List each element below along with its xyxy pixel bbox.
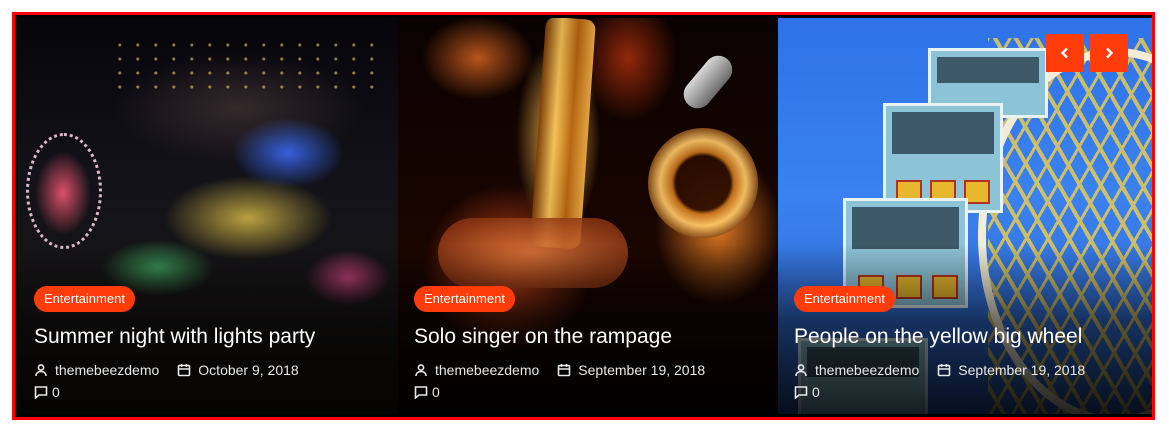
author-link[interactable]: themebeezdemo bbox=[414, 361, 539, 379]
ferris-wheel-lights bbox=[26, 133, 102, 249]
post-meta: themebeezdemo September 19, 2018 bbox=[794, 361, 1148, 379]
slide-1[interactable]: Entertainment Summer night with lights p… bbox=[18, 18, 398, 414]
post-date: October 9, 2018 bbox=[198, 362, 299, 378]
post-meta: themebeezdemo October 9, 2018 bbox=[34, 361, 388, 379]
post-title[interactable]: People on the yellow big wheel bbox=[794, 324, 1148, 350]
city-lights bbox=[118, 38, 378, 98]
comment-count: 0 bbox=[432, 384, 440, 400]
user-icon bbox=[415, 364, 427, 377]
chevron-right-icon bbox=[1106, 47, 1114, 59]
gondola-middle bbox=[883, 103, 1003, 213]
featured-slider: Entertainment Summer night with lights p… bbox=[12, 12, 1155, 420]
comment-count: 0 bbox=[52, 384, 60, 400]
author-link[interactable]: themebeezdemo bbox=[794, 361, 919, 379]
comment-icon bbox=[414, 386, 428, 399]
author-name: themebeezdemo bbox=[815, 362, 920, 378]
comment-icon bbox=[34, 386, 48, 399]
post-date: September 19, 2018 bbox=[958, 362, 1086, 378]
slide-2[interactable]: Entertainment Solo singer on the rampage… bbox=[398, 18, 778, 414]
slider-next-button[interactable] bbox=[1090, 34, 1128, 72]
slide-caption: Entertainment Summer night with lights p… bbox=[34, 286, 388, 400]
post-meta: themebeezdemo September 19, 2018 bbox=[414, 361, 768, 379]
saxophone-body bbox=[530, 18, 596, 250]
date-link[interactable]: October 9, 2018 bbox=[177, 361, 299, 379]
slider-track: Entertainment Summer night with lights p… bbox=[18, 18, 1152, 414]
saxophone-bell bbox=[648, 128, 758, 238]
slide-caption: Entertainment People on the yellow big w… bbox=[794, 286, 1148, 400]
user-icon bbox=[795, 364, 807, 377]
comments-link[interactable]: 0 bbox=[414, 384, 768, 400]
category-badge[interactable]: Entertainment bbox=[794, 286, 895, 312]
calendar-icon bbox=[937, 364, 951, 377]
calendar-icon bbox=[177, 364, 191, 377]
microphone bbox=[677, 50, 739, 114]
user-icon bbox=[35, 364, 47, 377]
post-title[interactable]: Summer night with lights party bbox=[34, 324, 388, 350]
author-link[interactable]: themebeezdemo bbox=[34, 361, 159, 379]
category-badge[interactable]: Entertainment bbox=[34, 286, 135, 312]
calendar-icon bbox=[557, 364, 571, 377]
chevron-left-icon bbox=[1060, 47, 1068, 59]
comments-link[interactable]: 0 bbox=[794, 384, 1148, 400]
slider-prev-button[interactable] bbox=[1046, 34, 1084, 72]
comments-link[interactable]: 0 bbox=[34, 384, 388, 400]
post-title[interactable]: Solo singer on the rampage bbox=[414, 324, 768, 350]
slide-3[interactable]: Entertainment People on the yellow big w… bbox=[778, 18, 1152, 414]
comment-icon bbox=[794, 386, 808, 399]
slide-caption: Entertainment Solo singer on the rampage… bbox=[414, 286, 768, 400]
date-link[interactable]: September 19, 2018 bbox=[557, 361, 705, 379]
author-name: themebeezdemo bbox=[435, 362, 540, 378]
category-badge[interactable]: Entertainment bbox=[414, 286, 515, 312]
comment-count: 0 bbox=[812, 384, 820, 400]
post-date: September 19, 2018 bbox=[578, 362, 706, 378]
date-link[interactable]: September 19, 2018 bbox=[937, 361, 1085, 379]
author-name: themebeezdemo bbox=[55, 362, 160, 378]
